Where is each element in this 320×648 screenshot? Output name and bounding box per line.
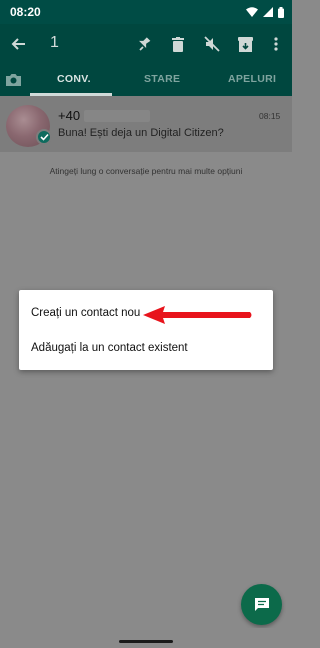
pin-icon[interactable] [134,34,154,54]
chat-preview: Buna! Ești deja un Digital Citizen? [58,127,224,139]
check-icon [36,129,52,145]
context-menu: Creați un contact nou Adăugați la un con… [19,290,273,370]
wifi-icon [246,7,258,17]
chat-time: 08:15 [259,111,281,121]
chat-name: +40 [58,108,81,123]
menu-item-create-contact[interactable]: Creați un contact nou [31,307,140,319]
back-arrow-icon[interactable] [8,34,28,54]
selected-count: 1 [50,34,59,51]
long-press-hint: Atingeți lung o conversație pentru mai m… [49,166,243,176]
tab-chats[interactable]: CONV. [57,73,91,85]
status-time: 08:20 [10,5,41,19]
signal-icon [263,7,273,17]
redacted-number [84,110,150,122]
more-vert-icon[interactable] [266,34,286,54]
annotation-arrow [143,306,252,324]
tab-status[interactable]: STARE [144,73,180,85]
status-icons [246,5,284,19]
archive-icon[interactable] [235,34,255,54]
tab-bar: CONV. STARE APELURI [0,64,292,96]
selection-app-bar: 1 [0,24,292,64]
status-bar: 08:20 [0,0,292,24]
home-gesture-handle[interactable] [119,640,173,643]
battery-icon [278,6,284,18]
navigation-bar [0,628,292,648]
tab-calls[interactable]: APELURI [228,73,276,85]
delete-icon[interactable] [168,34,188,54]
mute-icon[interactable] [202,34,222,54]
new-chat-button[interactable] [241,584,282,625]
menu-item-add-to-existing-contact[interactable]: Adăugați la un contact existent [31,342,188,354]
camera-icon[interactable] [6,73,21,91]
chat-icon [254,598,269,611]
